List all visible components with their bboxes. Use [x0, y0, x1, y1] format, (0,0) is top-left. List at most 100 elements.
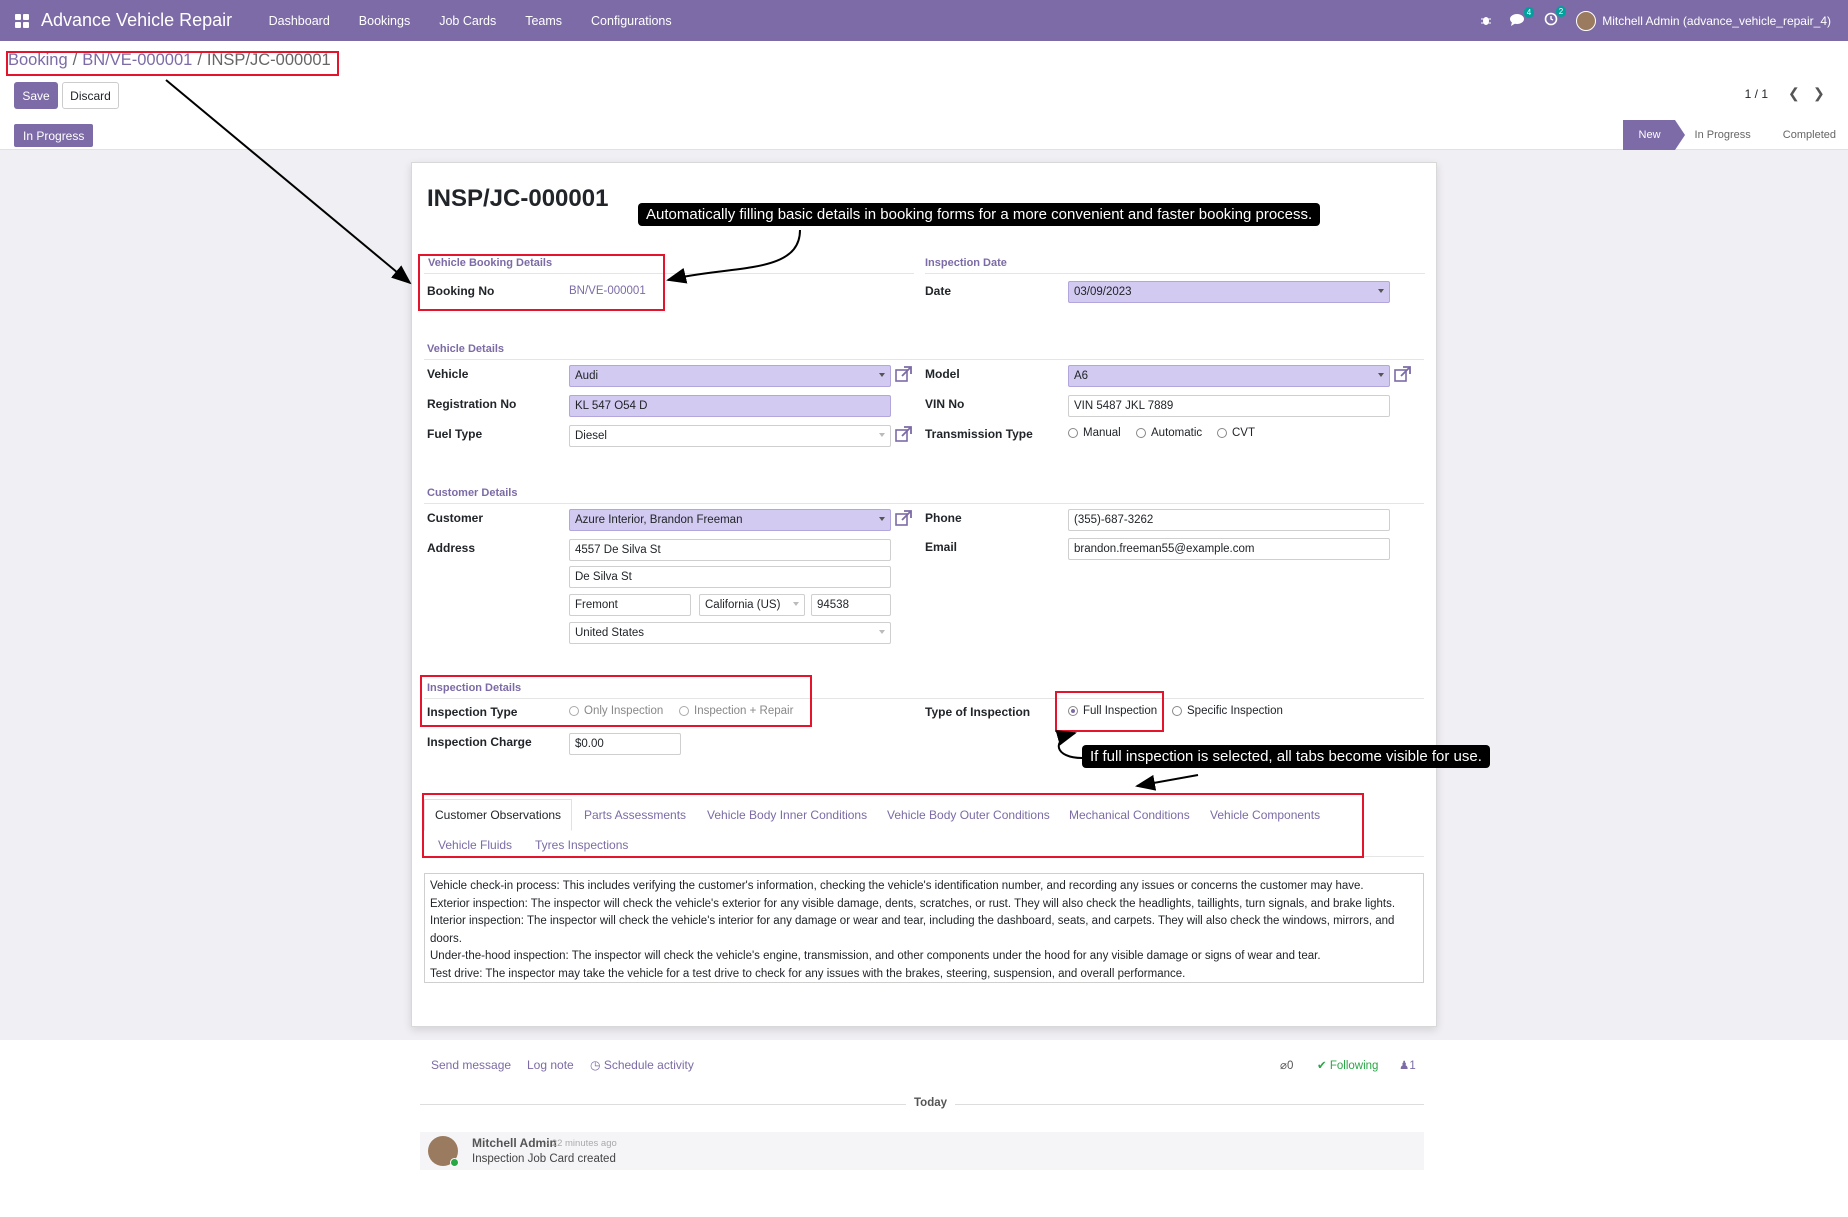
- message-body: Inspection Job Card created: [472, 1153, 616, 1165]
- tabs-border: [424, 856, 1424, 857]
- menu-teams[interactable]: Teams: [525, 14, 562, 28]
- fuel-type-external-link-icon[interactable]: [895, 426, 912, 442]
- messages-icon[interactable]: 4: [1510, 6, 1535, 29]
- following-button[interactable]: ✔ Following: [1317, 1058, 1378, 1072]
- registration-no-label: Registration No: [427, 397, 517, 411]
- registration-no-input[interactable]: KL 547 O54 D: [569, 395, 891, 417]
- customer-details-group-title: Customer Details: [427, 487, 518, 499]
- send-message-button[interactable]: Send message: [431, 1058, 511, 1072]
- radio-label: Automatic: [1151, 427, 1203, 439]
- radio-label: Only Inspection: [584, 705, 664, 717]
- save-button[interactable]: Save: [14, 82, 58, 109]
- vin-no-input[interactable]: VIN 5487 JKL 7889: [1068, 395, 1390, 417]
- stage-completed[interactable]: Completed: [1763, 120, 1848, 150]
- specific-inspection-radio[interactable]: Specific Inspection: [1172, 705, 1283, 717]
- note-line: Under-the-hood inspection: The inspector…: [430, 950, 1321, 962]
- menu-dashboard[interactable]: Dashboard: [269, 14, 330, 28]
- transmission-cvt-radio[interactable]: CVT: [1217, 427, 1255, 439]
- state-value: California (US): [705, 599, 781, 611]
- country-select[interactable]: United States: [569, 622, 891, 644]
- country-value: United States: [575, 627, 645, 639]
- chatter-message: Mitchell Admin - 22 minutes ago Inspecti…: [420, 1132, 1424, 1170]
- tab-vehicle-body-inner-conditions[interactable]: Vehicle Body Inner Conditions: [707, 808, 867, 822]
- email-input[interactable]: brandon.freeman55@example.com: [1068, 538, 1390, 560]
- breadcrumb-booking-no[interactable]: BN/VE-000001: [82, 51, 192, 70]
- street2-input[interactable]: De Silva St: [569, 566, 891, 588]
- inspection-charge-label: Inspection Charge: [427, 735, 532, 749]
- menu-job-cards[interactable]: Job Cards: [439, 14, 496, 28]
- booking-callout: Automatically filling basic details in b…: [638, 203, 1321, 226]
- record-title: INSP/JC-000001: [427, 185, 609, 212]
- stage-new[interactable]: New: [1622, 120, 1685, 150]
- schedule-activity-button[interactable]: ◷ Schedule activity: [590, 1058, 694, 1072]
- activity-badge: 2: [1555, 6, 1567, 17]
- vehicle-select[interactable]: Audi: [569, 365, 891, 387]
- model-external-link-icon[interactable]: [1394, 366, 1411, 382]
- street-input[interactable]: 4557 De Silva St: [569, 539, 891, 561]
- transmission-type-label: Transmission Type: [925, 427, 1033, 441]
- address-label: Address: [427, 541, 476, 555]
- menu-configurations[interactable]: Configurations: [591, 14, 672, 28]
- booking-no-link[interactable]: BN/VE-000001: [569, 285, 646, 297]
- radio-circle: [569, 706, 579, 716]
- pager-next-icon[interactable]: ❯: [1813, 85, 1825, 102]
- tab-vehicle-components[interactable]: Vehicle Components: [1210, 808, 1320, 822]
- status-tag: In Progress: [14, 124, 94, 147]
- discard-button[interactable]: Discard: [62, 82, 119, 109]
- zip-input[interactable]: 94538: [811, 594, 891, 616]
- group-divider: [424, 359, 1424, 360]
- phone-input[interactable]: (355)-687-3262: [1068, 509, 1390, 531]
- user-icon: ♟: [1399, 1060, 1410, 1072]
- messages-badge: 4: [1523, 6, 1535, 18]
- transmission-manual-radio[interactable]: Manual: [1068, 427, 1121, 439]
- state-select[interactable]: California (US): [699, 594, 805, 616]
- app-title[interactable]: Advance Vehicle Repair: [41, 10, 232, 31]
- attachments-count: 0: [1286, 1060, 1294, 1072]
- date-field[interactable]: 03/09/2023: [1068, 281, 1390, 303]
- tab-customer-observations[interactable]: Customer Observations: [424, 799, 573, 831]
- message-author[interactable]: Mitchell Admin: [472, 1136, 557, 1150]
- customer-external-link-icon[interactable]: [895, 510, 912, 526]
- transmission-automatic-radio[interactable]: Automatic: [1136, 427, 1202, 439]
- inspection-callout: If full inspection is selected, all tabs…: [1082, 745, 1490, 768]
- followers-button[interactable]: ♟1: [1399, 1058, 1416, 1072]
- breadcrumb-booking[interactable]: Booking: [8, 51, 68, 70]
- today-label: Today: [906, 1097, 956, 1109]
- user-avatar[interactable]: [1576, 10, 1597, 31]
- customer-observations-text[interactable]: Vehicle check-in process: This includes …: [424, 873, 1424, 983]
- tab-mechanical-conditions[interactable]: Mechanical Conditions: [1069, 808, 1190, 822]
- activity-clock-icon[interactable]: 2: [1544, 6, 1567, 29]
- booking-no-label: Booking No: [427, 284, 495, 298]
- tab-parts-assessments[interactable]: Parts Assessments: [584, 808, 686, 822]
- log-note-button[interactable]: Log note: [527, 1058, 574, 1072]
- email-label: Email: [925, 540, 958, 554]
- stage-in-progress[interactable]: In Progress: [1675, 120, 1763, 150]
- check-icon: ✔: [1317, 1060, 1330, 1072]
- bug-icon[interactable]: [1480, 13, 1492, 29]
- apps-menu-icon[interactable]: [15, 13, 29, 28]
- city-input[interactable]: Fremont: [569, 594, 691, 616]
- vehicle-details-group-title: Vehicle Details: [427, 343, 505, 355]
- fuel-type-select[interactable]: Diesel: [569, 425, 891, 447]
- user-menu[interactable]: Mitchell Admin (advance_vehicle_repair_4…: [1602, 14, 1831, 28]
- customer-select[interactable]: Azure Interior, Brandon Freeman: [569, 509, 891, 531]
- inspection-charge-input[interactable]: $0.00: [569, 733, 681, 755]
- tab-vehicle-body-outer-conditions[interactable]: Vehicle Body Outer Conditions: [887, 808, 1050, 822]
- note-line: Vehicle check-in process: This includes …: [430, 880, 1364, 892]
- menu-bookings[interactable]: Bookings: [359, 14, 410, 28]
- inspection-details-group-title: Inspection Details: [427, 682, 522, 694]
- fuel-type-value: Diesel: [575, 430, 607, 442]
- tab-tyres-inspections[interactable]: Tyres Inspections: [535, 838, 628, 852]
- model-select[interactable]: A6: [1068, 365, 1390, 387]
- tab-vehicle-fluids[interactable]: Vehicle Fluids: [438, 838, 512, 852]
- phone-label: Phone: [925, 511, 962, 525]
- model-value: A6: [1074, 370, 1089, 382]
- only-inspection-radio[interactable]: Only Inspection: [569, 705, 663, 717]
- full-inspection-radio[interactable]: Full Inspection: [1068, 705, 1157, 717]
- chatter: Send message Log note ◷ Schedule activit…: [0, 1040, 1848, 1217]
- vehicle-external-link-icon[interactable]: [895, 366, 912, 382]
- radio-circle: [1172, 706, 1182, 716]
- inspection-repair-radio[interactable]: Inspection + Repair: [679, 705, 793, 717]
- top-navbar: Advance Vehicle Repair Dashboard Booking…: [0, 0, 1848, 41]
- attachments-button[interactable]: ⌀0: [1280, 1058, 1293, 1072]
